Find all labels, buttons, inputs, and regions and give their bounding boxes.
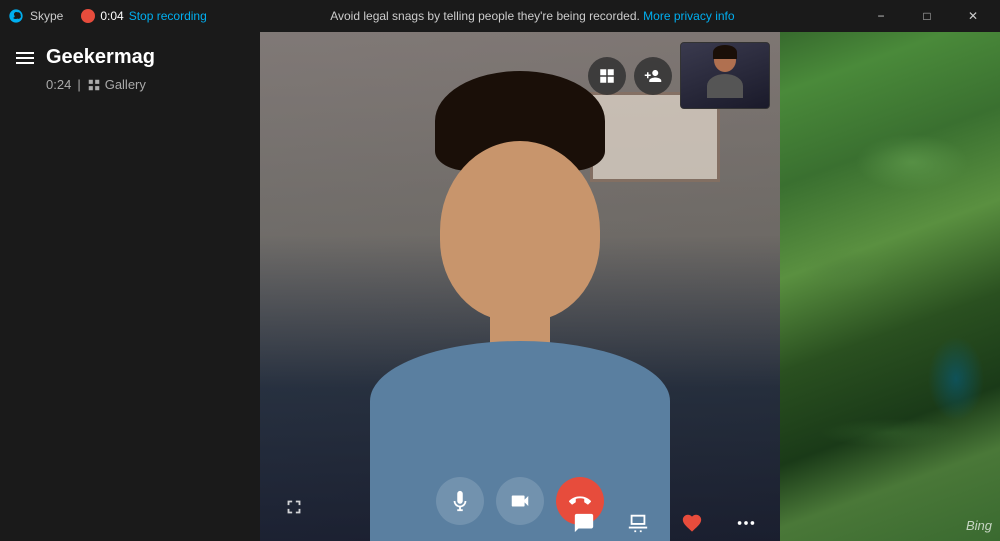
window-controls: − □ ✕: [858, 0, 1000, 32]
person-figure: [350, 61, 690, 541]
share-icon: [627, 512, 649, 534]
thumb-figure: [705, 48, 745, 103]
gallery-button[interactable]: Gallery: [87, 77, 146, 92]
heart-icon: [681, 512, 703, 534]
video-top-controls: [588, 42, 770, 109]
call-duration: 0:24: [46, 77, 71, 92]
bing-watermark: Bing: [966, 518, 992, 533]
mute-button[interactable]: [436, 477, 484, 525]
maximize-button[interactable]: □: [904, 0, 950, 32]
recording-time: 0:04: [100, 9, 123, 23]
add-person-button[interactable]: [634, 57, 672, 95]
react-button[interactable]: [674, 505, 710, 541]
thumbnail-person: [681, 43, 769, 108]
stop-recording-button[interactable]: Stop recording: [129, 9, 207, 23]
contact-name: Geekermag: [46, 46, 155, 69]
skype-logo-icon: [8, 8, 24, 24]
add-person-icon: [644, 67, 662, 85]
titlebar: Skype 0:04 Stop recording Avoid legal sn…: [0, 0, 1000, 32]
sidebar-header: Geekermag: [0, 32, 260, 73]
fullscreen-icon: [283, 496, 305, 518]
minimize-button[interactable]: −: [858, 0, 904, 32]
hamburger-menu-button[interactable]: [16, 52, 34, 64]
fullscreen-area: [276, 489, 312, 525]
gallery-label: Gallery: [105, 77, 146, 92]
app-name-label: Skype: [30, 9, 63, 23]
more-button[interactable]: [728, 505, 764, 541]
app-layout: Geekermag 0:24 | Gallery: [0, 32, 780, 541]
video-button[interactable]: [496, 477, 544, 525]
layout-button[interactable]: [588, 57, 626, 95]
chat-icon: [573, 512, 595, 534]
landscape-overlay: [780, 0, 1000, 541]
bottom-right-controls: [566, 505, 764, 541]
thumbnail-video: [680, 42, 770, 109]
microphone-icon: [449, 490, 471, 512]
recording-dot-icon: [81, 9, 95, 23]
recording-indicator: 0:04 Stop recording: [81, 9, 206, 23]
chat-button[interactable]: [566, 505, 602, 541]
more-icon: [735, 512, 757, 534]
layout-icon: [598, 67, 616, 85]
call-info: 0:24 | Gallery: [0, 73, 260, 100]
thumb-body: [707, 74, 743, 98]
app-content: Geekermag 0:24 | Gallery: [0, 32, 780, 541]
video-area: [260, 32, 780, 541]
privacy-notice-bar: Avoid legal snags by telling people they…: [207, 9, 858, 23]
privacy-link[interactable]: More privacy info: [643, 9, 734, 23]
close-button[interactable]: ✕: [950, 0, 996, 32]
privacy-notice-text: Avoid legal snags by telling people they…: [330, 9, 640, 23]
fullscreen-button[interactable]: [276, 489, 312, 525]
thumb-hair: [713, 45, 737, 59]
person-head: [440, 141, 600, 321]
share-button[interactable]: [620, 505, 656, 541]
sidebar: Geekermag 0:24 | Gallery: [0, 32, 260, 541]
video-camera-icon: [509, 490, 531, 512]
gallery-icon: [87, 78, 101, 92]
desktop-background: Bing: [780, 0, 1000, 541]
